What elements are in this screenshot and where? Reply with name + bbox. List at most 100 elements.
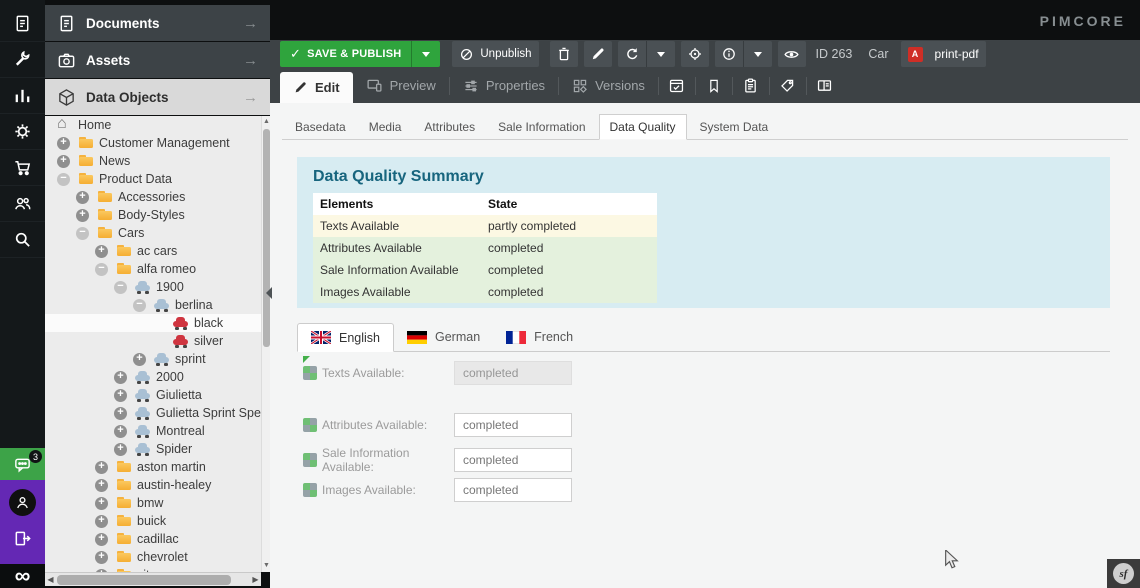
collapse-icon[interactable] bbox=[114, 281, 127, 294]
tags-button[interactable] bbox=[770, 68, 806, 103]
print-pdf-button[interactable]: A print-pdf bbox=[901, 41, 986, 67]
attributes-available-input[interactable] bbox=[454, 413, 572, 437]
tree-item[interactable]: News bbox=[45, 152, 261, 170]
reload-options-dropdown[interactable] bbox=[647, 41, 675, 67]
tree-item-home[interactable]: Home bbox=[45, 116, 261, 134]
unpublish-button[interactable]: Unpublish bbox=[452, 41, 538, 67]
info-options-dropdown[interactable] bbox=[744, 41, 772, 67]
tab-basedata[interactable]: Basedata bbox=[285, 114, 356, 139]
tree-item[interactable]: silver bbox=[45, 332, 261, 350]
tree-item[interactable]: chevrolet bbox=[45, 548, 261, 566]
tab-versions[interactable]: Versions bbox=[559, 68, 658, 103]
notes-events-button[interactable] bbox=[696, 68, 732, 103]
expand-icon[interactable] bbox=[76, 209, 89, 222]
expand-icon[interactable] bbox=[133, 353, 146, 366]
scrollbar-thumb[interactable] bbox=[57, 575, 231, 585]
collapse-icon[interactable] bbox=[57, 173, 70, 186]
tree-item[interactable]: sprint bbox=[45, 350, 261, 368]
rail-ecommerce-button[interactable] bbox=[0, 150, 45, 186]
panel-documents[interactable]: Documents → bbox=[45, 5, 270, 41]
texts-available-input[interactable] bbox=[454, 361, 572, 385]
sidebar-collapse-handle[interactable] bbox=[266, 287, 272, 299]
tree-item[interactable]: buick bbox=[45, 512, 261, 530]
sale-information-available-input[interactable] bbox=[454, 448, 572, 472]
tab-language-german[interactable]: German bbox=[394, 323, 493, 351]
tree-item[interactable]: Montreal bbox=[45, 422, 261, 440]
schedule-button[interactable] bbox=[659, 68, 695, 103]
avatar[interactable] bbox=[9, 489, 36, 516]
tree-item[interactable]: Giulietta bbox=[45, 386, 261, 404]
collapse-icon[interactable] bbox=[76, 227, 89, 240]
logout-button[interactable] bbox=[13, 529, 32, 548]
tree-item[interactable]: Cars bbox=[45, 224, 261, 242]
expand-icon[interactable] bbox=[114, 407, 127, 420]
expand-icon[interactable] bbox=[95, 551, 108, 564]
tab-properties[interactable]: Properties bbox=[450, 68, 558, 103]
scroll-down-icon[interactable]: ▼ bbox=[263, 562, 270, 569]
expand-icon[interactable] bbox=[76, 191, 89, 204]
expand-icon[interactable] bbox=[114, 443, 127, 456]
scroll-left-icon[interactable]: ◀ bbox=[45, 575, 56, 584]
notifications-button[interactable]: 3 bbox=[0, 448, 45, 480]
rail-reports-button[interactable] bbox=[0, 78, 45, 114]
save-publish-button[interactable]: ✓SAVE & PUBLISH bbox=[280, 41, 440, 67]
collapse-icon[interactable] bbox=[95, 263, 108, 276]
scroll-right-icon[interactable]: ▶ bbox=[250, 575, 261, 584]
scrollbar-thumb[interactable] bbox=[263, 129, 270, 347]
images-available-input[interactable] bbox=[454, 478, 572, 502]
open-preview-button[interactable] bbox=[778, 41, 806, 67]
expand-icon[interactable] bbox=[114, 389, 127, 402]
layout-button[interactable] bbox=[807, 68, 843, 103]
reports-button[interactable] bbox=[733, 68, 769, 103]
tree-item[interactable]: austin-healey bbox=[45, 476, 261, 494]
tree-vertical-scrollbar[interactable]: ▲ ▼ bbox=[261, 116, 270, 572]
rename-button[interactable] bbox=[584, 41, 612, 67]
tree-item[interactable]: Body-Styles bbox=[45, 206, 261, 224]
expand-icon[interactable] bbox=[114, 371, 127, 384]
expand-icon[interactable] bbox=[95, 497, 108, 510]
tab-language-english[interactable]: English bbox=[297, 323, 394, 352]
expand-icon[interactable] bbox=[114, 425, 127, 438]
locate-in-tree-button[interactable] bbox=[681, 41, 709, 67]
rail-settings-button[interactable] bbox=[0, 114, 45, 150]
rail-search-button[interactable] bbox=[0, 222, 45, 258]
symfony-toolbar-toggle[interactable]: sf bbox=[1107, 559, 1140, 588]
expand-icon[interactable] bbox=[95, 461, 108, 474]
tab-media[interactable]: Media bbox=[359, 114, 412, 139]
rail-tools-button[interactable] bbox=[0, 42, 45, 78]
tree-item[interactable]: cadillac bbox=[45, 530, 261, 548]
panel-data-objects[interactable]: Data Objects → bbox=[45, 79, 270, 115]
tree-item[interactable]: Product Data bbox=[45, 170, 261, 188]
collapse-icon[interactable] bbox=[133, 299, 146, 312]
tab-system-data[interactable]: System Data bbox=[690, 114, 779, 139]
tree-item[interactable]: ac cars bbox=[45, 242, 261, 260]
tree-item[interactable]: berlina bbox=[45, 296, 261, 314]
tree-item[interactable]: Customer Management bbox=[45, 134, 261, 152]
tree-item[interactable]: alfa romeo bbox=[45, 260, 261, 278]
tab-data-quality[interactable]: Data Quality bbox=[599, 114, 687, 140]
save-options-dropdown[interactable] bbox=[412, 52, 440, 57]
tab-preview[interactable]: Preview bbox=[353, 68, 449, 103]
tab-attributes[interactable]: Attributes bbox=[414, 114, 485, 139]
tree-item[interactable]: Accessories bbox=[45, 188, 261, 206]
expand-icon[interactable] bbox=[95, 515, 108, 528]
expand-icon[interactable] bbox=[95, 533, 108, 546]
scroll-up-icon[interactable]: ▲ bbox=[263, 118, 270, 125]
rail-documents-button[interactable] bbox=[0, 6, 45, 42]
expand-icon[interactable] bbox=[95, 479, 108, 492]
rail-customers-button[interactable] bbox=[0, 186, 45, 222]
tree-item[interactable]: 2000 bbox=[45, 368, 261, 386]
tree-item-selected[interactable]: black bbox=[45, 314, 261, 332]
tab-language-french[interactable]: French bbox=[493, 323, 586, 351]
delete-button[interactable] bbox=[550, 41, 578, 67]
tree-item[interactable]: Gulietta Sprint Speciale bbox=[45, 404, 261, 422]
expand-icon[interactable] bbox=[57, 155, 70, 168]
tree-horizontal-scrollbar[interactable]: ◀ ▶ bbox=[45, 572, 261, 586]
panel-assets[interactable]: Assets → bbox=[45, 42, 270, 78]
expand-icon[interactable] bbox=[95, 245, 108, 258]
tab-sale-information[interactable]: Sale Information bbox=[488, 114, 595, 139]
expand-icon[interactable] bbox=[57, 137, 70, 150]
tree-item[interactable]: 1900 bbox=[45, 278, 261, 296]
tree-item[interactable]: aston martin bbox=[45, 458, 261, 476]
reload-button[interactable] bbox=[618, 41, 646, 67]
